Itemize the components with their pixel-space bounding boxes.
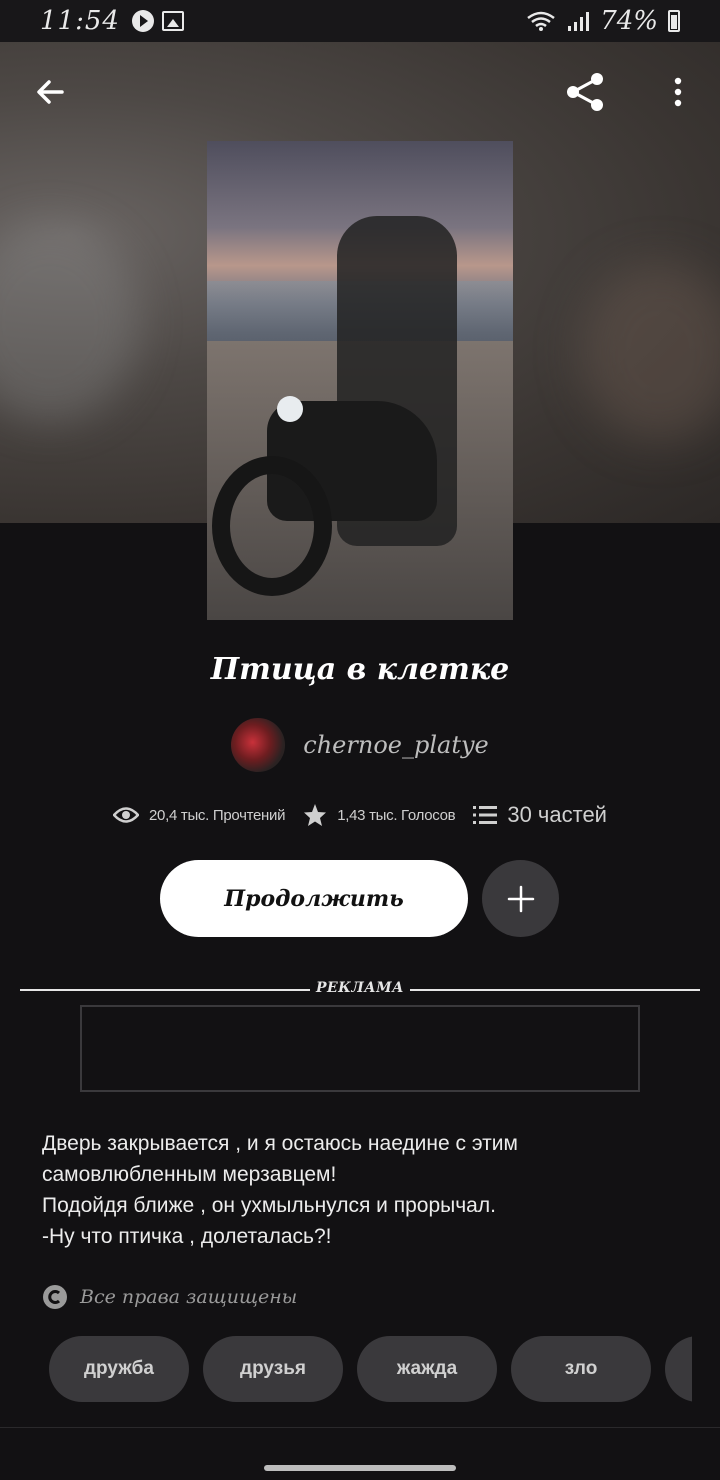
copyright-row: Все права защищены (42, 1284, 297, 1310)
eye-icon (113, 807, 140, 823)
wifi-icon (527, 11, 555, 31)
play-icon (131, 10, 154, 32)
ad-banner[interactable] (80, 1005, 640, 1092)
tag-chip[interactable]: зло (511, 1336, 651, 1402)
share-icon (567, 73, 603, 111)
status-notification-icons (131, 10, 184, 32)
tag-chip[interactable]: дружба (49, 1336, 189, 1402)
tag-chip[interactable]: жажда (357, 1336, 497, 1402)
background-blur-shape (0, 222, 140, 422)
status-bar: 11:54 74% (0, 0, 720, 42)
battery-percent: 74% (600, 6, 658, 36)
copyright-text: Все права защищены (80, 1286, 298, 1308)
reads-count: 20,4 тыс. Прочтений (149, 806, 286, 824)
parts-count[interactable]: 30 частей (507, 802, 607, 828)
author-row[interactable]: chernoe_platye (0, 718, 720, 772)
more-vertical-icon (674, 77, 682, 107)
ad-divider: РЕКЛАМА (20, 980, 700, 1000)
story-stats: 20,4 тыс. Прочтений 1,43 тыс. Голосов 30… (0, 802, 720, 828)
author-name[interactable]: chernoe_platye (303, 731, 488, 759)
battery-icon (668, 10, 680, 32)
tags-list[interactable]: дружба друзья жажда зло (49, 1336, 692, 1402)
copyright-icon (43, 1285, 67, 1309)
image-icon (161, 11, 184, 31)
bottom-divider (0, 1427, 720, 1428)
reads-stat: 20,4 тыс. Прочтений (113, 806, 286, 824)
status-system-icons: 74% (526, 6, 680, 36)
star-icon (304, 804, 327, 826)
ad-label: РЕКЛАМА (315, 980, 405, 996)
description-line: Подойдя ближе , он ухмыльнулся и прорыча… (42, 1194, 496, 1217)
description-line: -Ну что птичка , долеталась?! (42, 1225, 332, 1248)
share-button[interactable] (556, 62, 616, 122)
plus-icon (507, 885, 534, 912)
background-blur-shape (580, 262, 720, 442)
continue-reading-button[interactable]: Продолжить (160, 860, 468, 937)
tag-chip[interactable]: друзья (203, 1336, 343, 1402)
author-avatar[interactable] (231, 718, 286, 772)
votes-count: 1,43 тыс. Голосов (337, 806, 456, 824)
back-button[interactable] (20, 62, 80, 122)
parts-stat[interactable]: 30 частей (473, 802, 607, 828)
story-cover-image[interactable] (207, 141, 513, 620)
divider-line (410, 989, 700, 991)
votes-stat: 1,43 тыс. Голосов (303, 803, 456, 827)
story-title: Птица в клетке (210, 652, 510, 687)
cover-wheel (212, 456, 332, 596)
arrow-left-icon (37, 80, 64, 104)
cover-headlight (277, 396, 303, 422)
list-icon (473, 806, 498, 824)
home-indicator[interactable] (264, 1465, 456, 1471)
more-options-button[interactable] (648, 62, 708, 122)
signal-icon (568, 12, 590, 31)
tag-chip[interactable] (665, 1336, 692, 1402)
add-to-library-button[interactable] (482, 860, 559, 937)
story-description: Дверь закрывается , и я остаюсь наедине … (42, 1128, 682, 1252)
description-line: Дверь закрывается , и я остаюсь наедине … (42, 1132, 524, 1186)
status-time: 11:54 (40, 6, 120, 36)
